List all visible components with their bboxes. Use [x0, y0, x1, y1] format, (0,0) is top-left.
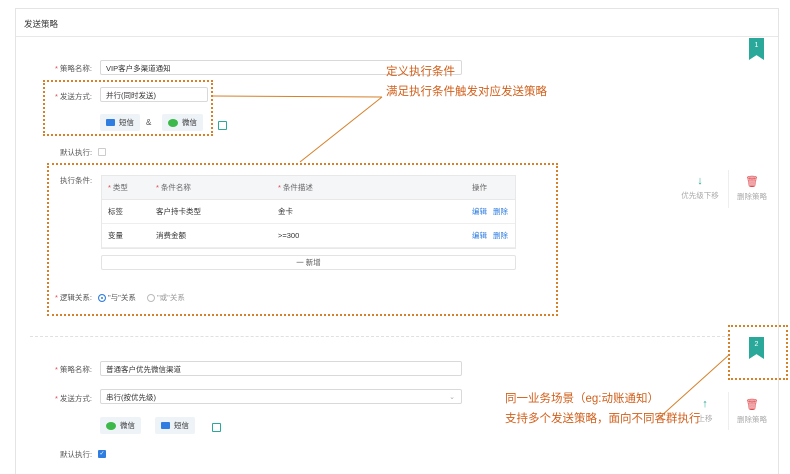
- annotation-same-scenario: 同一业务场景（eg:动账通知）: [505, 393, 659, 405]
- annotation-define-conditions: 定义执行条件: [386, 66, 455, 78]
- annotation-trigger-policy: 满足执行条件触发对应发送策略: [386, 86, 547, 98]
- annotation-multiple-policies: 支持多个发送策略，面向不同客群执行: [505, 413, 701, 425]
